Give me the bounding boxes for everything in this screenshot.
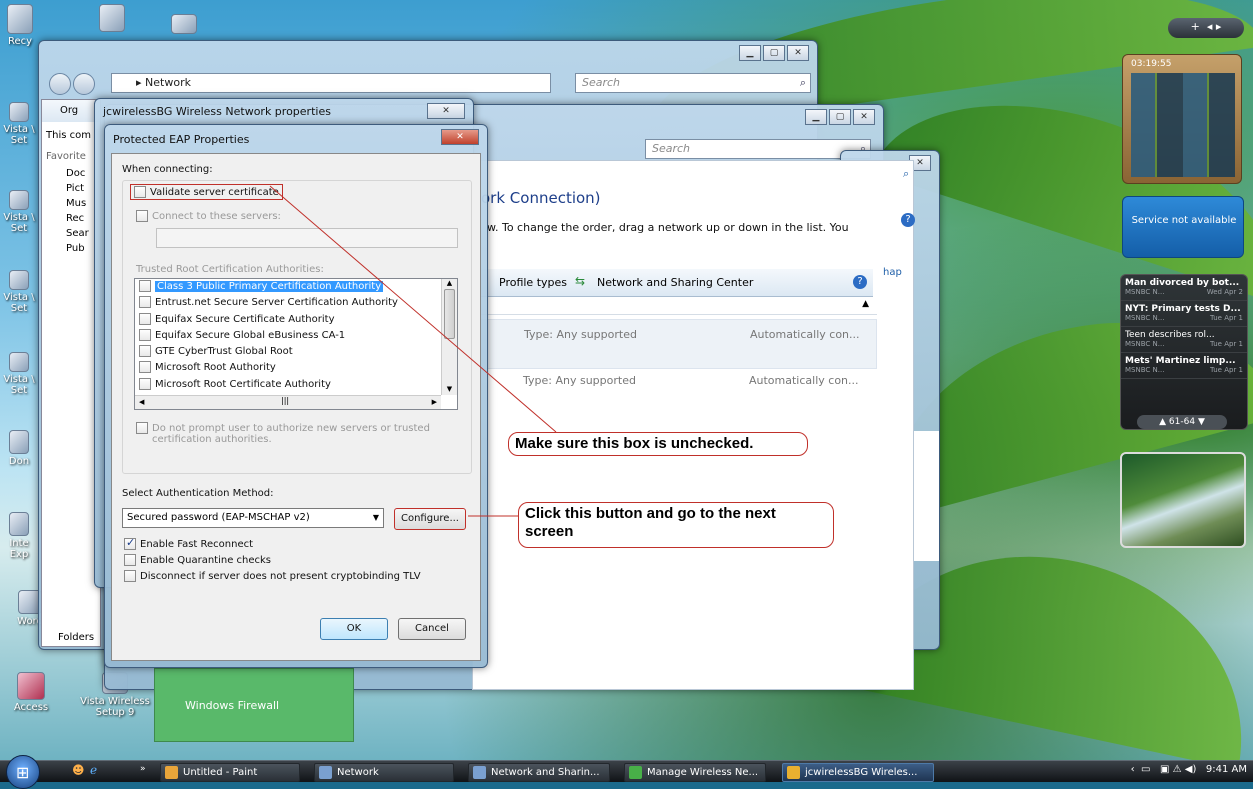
weather-gadget[interactable]: Service not available <box>1122 196 1244 258</box>
source: MSNBC N... <box>1125 366 1165 374</box>
puzzle-timer: 03:19:55 <box>1131 59 1172 69</box>
taskbar-label: Network <box>337 767 379 778</box>
slideshow-gadget[interactable] <box>1120 452 1246 548</box>
desktop: Recy Vista \ Set Vista \ Set Vista \ Set… <box>0 0 1253 760</box>
taskbar: ⊞ ☻ ℯ » Untitled - Paint Network Network… <box>0 755 1253 789</box>
tray-devices-icon[interactable]: ▣ <box>1160 764 1169 775</box>
tray-network-icon[interactable]: ▭ <box>1141 764 1150 775</box>
start-button[interactable]: ⊞ <box>6 755 40 789</box>
news-headlines-gadget: Man divorced by bot... MSNBC N... Wed Apr … <box>1120 274 1248 430</box>
configure-callout: Click this button and go to the next scr… <box>518 502 834 548</box>
uncheck-callout: Make sure this box is unchecked. <box>508 432 808 456</box>
source: MSNBC N... <box>1125 340 1165 348</box>
quicklaunch-overflow-icon[interactable]: » <box>140 764 146 774</box>
headline: Mets' Martinez limp... <box>1125 356 1236 366</box>
taskbar-label: Untitled - Paint <box>183 767 258 778</box>
tray-alert-icon[interactable]: ⚠ <box>1173 764 1182 775</box>
taskbar-label: Network and Sharin... <box>491 767 600 778</box>
sidebar-controls[interactable]: + ◂ ▸ <box>1168 18 1244 38</box>
network-sharing-icon <box>473 766 486 779</box>
network-icon <box>319 766 332 779</box>
news-item[interactable]: Teen describes rol... MSNBC N... Tue Apr 1 <box>1121 327 1247 353</box>
system-tray: ‹ ▭ ▣ ⚠ ◀) 9:41 AM <box>1131 764 1247 775</box>
taskbar-item-wireless-properties[interactable]: jcwirelessBG Wireles... <box>782 763 934 782</box>
taskbar-item-paint[interactable]: Untitled - Paint <box>160 763 300 782</box>
news-pager[interactable]: ▲ 61-64 ▼ <box>1137 415 1227 429</box>
date: Wed Apr 2 <box>1206 288 1243 296</box>
show-desktop-icon[interactable]: ☻ <box>72 763 85 777</box>
tray-expand-icon[interactable]: ‹ <box>1131 764 1135 775</box>
service-not-available: Service not available <box>1131 215 1237 226</box>
pager-label: 61-64 <box>1168 417 1196 427</box>
annotation-lines <box>269 185 557 517</box>
taskbar-label: jcwirelessBG Wireles... <box>805 767 918 778</box>
headline: Man divorced by bot... <box>1125 278 1240 288</box>
news-item[interactable]: Man divorced by bot... MSNBC N... Wed Apr … <box>1121 275 1247 301</box>
puzzle-grid[interactable] <box>1131 73 1235 177</box>
taskbar-item-network-sharing[interactable]: Network and Sharin... <box>468 763 610 782</box>
source: MSNBC N... <box>1125 314 1165 322</box>
taskbar-item-network[interactable]: Network <box>314 763 454 782</box>
taskbar-label: Manage Wireless Ne... <box>647 767 759 778</box>
headline: Teen describes rol... <box>1125 330 1215 340</box>
callout-line-2: screen <box>525 523 574 540</box>
paint-icon <box>165 766 178 779</box>
ie-quicklaunch-icon[interactable]: ℯ <box>90 763 97 777</box>
wireless-icon <box>629 766 642 779</box>
tray-volume-icon[interactable]: ◀) <box>1185 764 1197 775</box>
headline: NYT: Primary tests D... <box>1125 304 1241 314</box>
source: MSNBC N... <box>1125 288 1165 296</box>
callout-line <box>269 185 557 433</box>
windows-logo-icon: ⊞ <box>16 763 30 782</box>
clock[interactable]: 9:41 AM <box>1206 764 1247 775</box>
taskbar-item-manage-wireless[interactable]: Manage Wireless Ne... <box>624 763 766 782</box>
date: Tue Apr 1 <box>1210 340 1243 348</box>
callout-line-1: Click this button and go to the next <box>525 505 776 522</box>
properties-icon <box>787 766 800 779</box>
date: Tue Apr 1 <box>1210 314 1243 322</box>
news-item[interactable]: NYT: Primary tests D... MSNBC N... Tue Apr… <box>1121 301 1247 327</box>
picture-puzzle-gadget[interactable]: 03:19:55 <box>1122 54 1242 184</box>
date: Tue Apr 1 <box>1210 366 1243 374</box>
news-item[interactable]: Mets' Martinez limp... MSNBC N... Tue Apr … <box>1121 353 1247 379</box>
